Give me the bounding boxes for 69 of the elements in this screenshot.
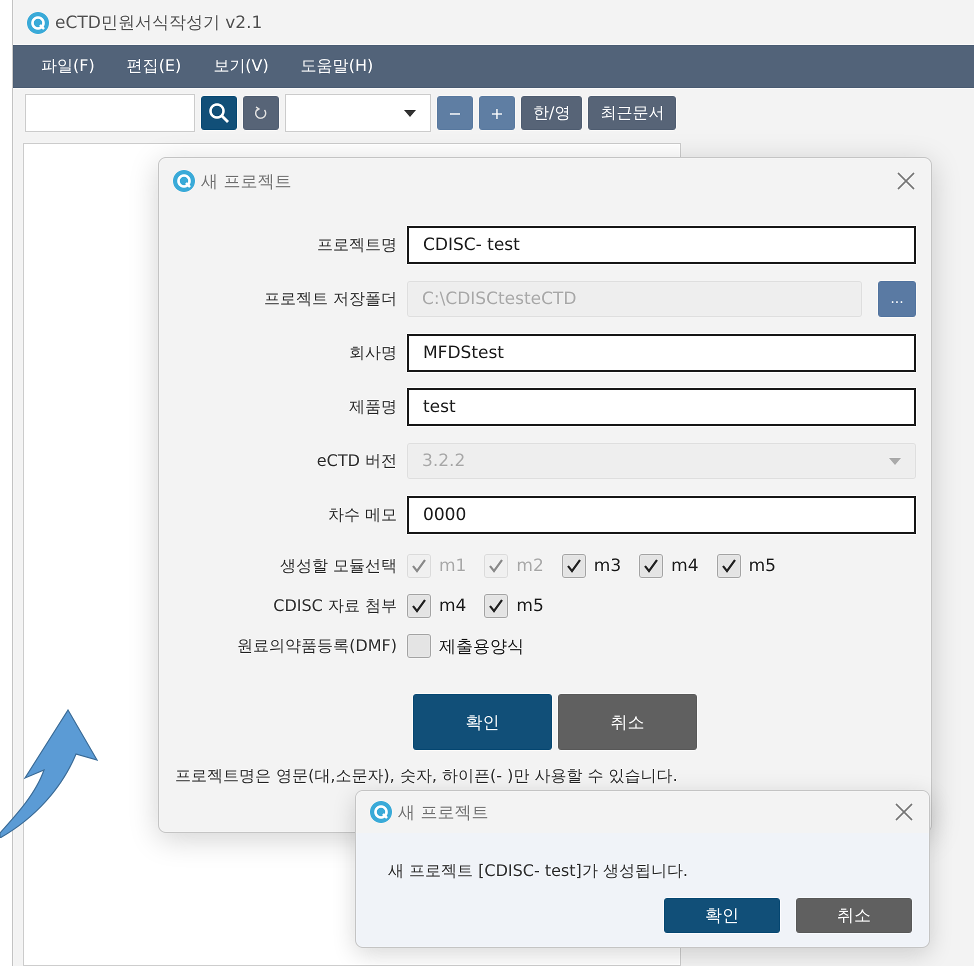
checkbox-label: m5 — [516, 596, 544, 616]
toolbar-button[interactable]: 한/영 — [521, 96, 582, 130]
field-label: CDISC 자료 첨부 — [272, 596, 397, 616]
field-label: 원료의약품등록(DMF) — [236, 636, 397, 656]
checkbox[interactable] — [407, 594, 431, 618]
checkmark-icon — [487, 597, 506, 615]
checkbox-option[interactable]: 제출용양식 — [407, 634, 524, 658]
close-button[interactable] — [893, 801, 915, 823]
input-field[interactable]: CDISC- test — [407, 226, 916, 264]
confirm-button[interactable]: 확인 — [413, 694, 552, 750]
checkmark-icon — [720, 557, 738, 575]
checkbox-label: m5 — [748, 556, 776, 576]
checkmark-icon — [564, 557, 583, 575]
confirm-button[interactable]: 확인 — [664, 898, 780, 933]
checkbox-label: m2 — [516, 556, 544, 576]
checkbox-label: m1 — [439, 556, 466, 576]
checkbox-option[interactable]: m4 — [639, 554, 699, 578]
refresh-icon — [254, 106, 268, 120]
cancel-button[interactable]: 취소 — [796, 898, 912, 933]
dialog-title: 새 프로젝트 — [201, 170, 292, 192]
toolbar-button[interactable]: 최근문서 — [588, 96, 676, 130]
checkmark-icon — [410, 597, 428, 615]
checkbox-option[interactable]: m5 — [716, 554, 776, 578]
checkbox[interactable] — [484, 594, 508, 618]
checkmark-icon — [410, 557, 428, 575]
refresh-button[interactable] — [243, 96, 279, 130]
window-title: eCTD민원서식작성기 v2.1 — [55, 12, 262, 34]
checkbox-label: m3 — [594, 556, 622, 576]
dialog-title: 새 프로젝트 — [398, 802, 490, 824]
checkbox-label: m4 — [671, 556, 699, 576]
message-text: 새 프로젝트 [CDISC- test]가 생성됩니다. — [387, 860, 689, 882]
field-label: 프로젝트 저장폴더 — [262, 288, 397, 310]
checkbox[interactable] — [407, 634, 431, 658]
checkbox-option[interactable]: m3 — [562, 554, 622, 578]
cancel-button[interactable]: 취소 — [558, 694, 697, 750]
input-field[interactable]: test — [407, 388, 916, 426]
zoom-button[interactable]: + — [479, 96, 515, 130]
app-logo-icon — [173, 170, 195, 192]
app-logo-icon — [370, 801, 392, 823]
menu-item[interactable]: 파일(F) — [41, 56, 95, 77]
checkbox-label: 제출용양식 — [439, 636, 524, 658]
field-label: 생성할 모듈선택 — [278, 556, 397, 576]
checkmark-icon — [642, 557, 660, 575]
app-logo-icon — [27, 12, 49, 34]
menu-item[interactable]: 보기(V) — [213, 56, 269, 77]
hint-text: 프로젝트명은 영문(대,소문자), 숫자, 하이픈(- )만 사용할 수 있습니다. — [174, 765, 679, 787]
search-icon — [208, 102, 230, 124]
field-label: 회사명 — [348, 342, 397, 364]
input-field[interactable]: 0000 — [407, 496, 916, 534]
field-label: 차수 메모 — [326, 504, 397, 526]
menu-item[interactable]: 도움말(H) — [300, 56, 374, 77]
field-label: eCTD 버전 — [316, 450, 397, 472]
zoom-button[interactable]: − — [437, 96, 473, 130]
checkbox-label: m4 — [439, 596, 466, 616]
field-label: 프로젝트명 — [316, 234, 397, 256]
dropdown-caret-icon — [889, 458, 901, 464]
field-label: 제품명 — [348, 396, 397, 418]
checkbox[interactable] — [639, 554, 664, 578]
search-button[interactable] — [201, 96, 237, 130]
search-field[interactable] — [25, 94, 195, 132]
checkbox[interactable] — [562, 554, 586, 578]
checkbox[interactable] — [716, 554, 741, 578]
checkbox-option[interactable]: m4 — [407, 594, 466, 618]
close-button[interactable] — [895, 170, 917, 192]
input-field[interactable]: MFDStest — [407, 334, 916, 372]
menu-item[interactable]: 편집(E) — [126, 56, 182, 77]
dropdown-caret-icon — [404, 110, 416, 116]
checkmark-icon — [487, 557, 506, 575]
checkbox-option[interactable]: m5 — [484, 594, 544, 618]
